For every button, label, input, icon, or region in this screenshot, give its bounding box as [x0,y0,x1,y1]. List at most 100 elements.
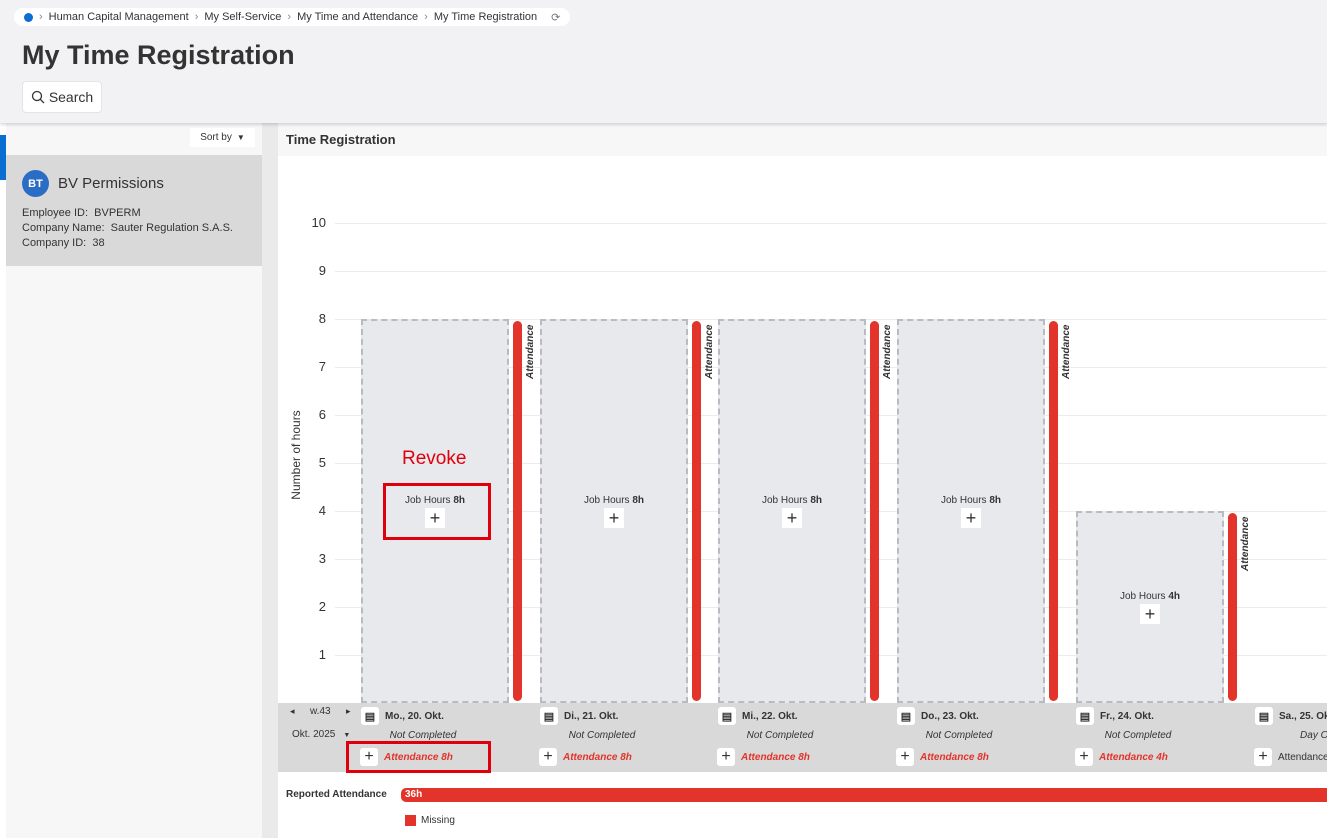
attendance-bar-label: Attendance [525,324,536,379]
chevron-right-icon: › [194,11,199,23]
job-hours-value: 4h [1168,590,1181,602]
attendance-bar-label: Attendance [704,324,715,379]
reported-attendance-bar: 36h [401,788,1327,802]
job-hours-bar[interactable]: Job Hours 8h + [718,319,866,703]
gridline [335,223,1327,224]
annotation-box-job-hours [383,483,491,540]
chevron-right-icon: › [424,11,428,23]
job-hours-label: Job Hours 4h [1120,591,1180,602]
attendance-summary[interactable]: Attendance 8h [920,752,989,763]
value: 38 [92,237,105,249]
attendance-bar-label: Attendance [1240,516,1251,571]
attendance-bar[interactable] [870,321,879,701]
y-tick-label: 8 [318,311,326,326]
job-hours-bar[interactable]: Job Hours 8h + [540,319,688,703]
attendance-bar-label: Attendance [1061,324,1072,379]
company-name-row: Company Name: Sauter Regulation S.A.S. [22,222,233,234]
label: Company Name: [22,222,105,234]
job-hours-text: Job Hours [583,494,630,506]
job-hours-value: 8h [989,494,1002,506]
attendance-summary[interactable]: Attendance 8h [563,752,632,763]
annotation-box-attendance [346,741,491,773]
attendance-bar[interactable] [513,321,522,701]
day-attendance: + Attendance 8h [539,748,632,766]
comment-icon[interactable]: ▤ [1255,707,1273,725]
job-hours-text: Job Hours [1119,590,1166,602]
attendance-bar[interactable] [692,321,701,701]
company-id-row: Company ID: 38 [22,237,105,249]
day-header: ▤ Do., 23. Okt. [897,707,979,725]
attendance-bar[interactable] [1049,321,1058,701]
week-next-button[interactable]: ▸ [346,706,351,717]
annotation-label: Revoke [402,448,467,469]
y-tick-label: 2 [318,599,326,614]
job-hours-bar[interactable]: Job Hours 4h + [1076,511,1224,703]
label: Employee ID: [22,207,89,219]
breadcrumb-item[interactable]: Human Capital Management [49,11,189,23]
gridline [335,271,1327,272]
day-header: ▤ Sa., 25. Okt. [1255,707,1327,725]
job-hours-value: 8h [810,494,823,506]
add-job-hours-button[interactable]: + [604,507,624,528]
y-tick-label: 9 [318,263,326,278]
value: Sauter Regulation S.A.S. [110,222,233,234]
job-hours-text: Job Hours [761,494,808,506]
week-prev-button[interactable]: ◂ [290,706,295,717]
job-hours-label: Job Hours 8h [584,495,644,506]
add-attendance-button[interactable]: + [896,748,914,766]
search-label: Search [48,89,94,105]
day-header: ▤ Di., 21. Okt. [540,707,618,725]
day-status: Not Completed [568,730,636,741]
panel-divider[interactable] [262,123,278,838]
home-icon[interactable] [24,12,33,22]
employee-id-row: Employee ID: BVPERM [22,207,141,219]
add-attendance-button[interactable]: + [717,748,735,766]
add-attendance-button[interactable]: + [1254,748,1272,766]
y-tick-label: 10 [311,215,326,230]
search-button[interactable]: Search [22,81,102,113]
legend: Missing [405,815,455,826]
breadcrumb-item[interactable]: My Self-Service [204,11,281,23]
comment-icon[interactable]: ▤ [897,707,915,725]
legend-swatch-missing [405,815,416,826]
sort-by-label: Sort by [200,132,232,143]
day-attendance: + Attendance 8h [717,748,810,766]
page-header: › Human Capital Management › My Self-Ser… [0,0,1327,123]
comment-icon[interactable]: ▤ [361,707,379,725]
caret-down-icon: ▼ [236,133,245,142]
day-attendance: + Attendance [1254,748,1327,766]
attendance-bar[interactable] [1228,513,1237,701]
add-attendance-button[interactable]: + [539,748,557,766]
chevron-right-icon: › [287,11,292,23]
reported-attendance-label: Reported Attendance [286,789,387,800]
add-job-hours-button[interactable]: + [961,507,981,528]
day-header: ▤ Fr., 24. Okt. [1076,707,1154,725]
day-date: Mi., 22. Okt. [742,710,798,722]
refresh-icon[interactable]: ⟳ [551,11,560,24]
day-attendance: + Attendance 8h [896,748,989,766]
comment-icon[interactable]: ▤ [1076,707,1094,725]
attendance-summary[interactable]: Attendance 8h [741,752,810,763]
caret-down-icon: ▼ [343,732,351,739]
comment-icon[interactable]: ▤ [540,707,558,725]
attendance-summary[interactable]: Attendance [1278,752,1327,763]
day-status: Not Completed [1104,730,1172,741]
comment-icon[interactable]: ▤ [718,707,736,725]
attendance-summary[interactable]: Attendance 4h [1099,752,1168,763]
y-axis-label: Number of hours [289,410,303,500]
day-date: Di., 21. Okt. [564,710,619,722]
y-tick-label: 3 [318,551,326,566]
breadcrumb: › Human Capital Management › My Self-Ser… [14,8,571,26]
add-job-hours-button[interactable]: + [1140,603,1160,624]
job-hours-text: Job Hours [940,494,987,506]
breadcrumb-item[interactable]: My Time and Attendance [297,11,418,23]
add-job-hours-button[interactable]: + [782,507,802,528]
add-attendance-button[interactable]: + [1075,748,1093,766]
search-icon [31,90,45,104]
month-select[interactable]: Okt. 2025 ▼ [292,729,350,740]
value: BVPERM [94,207,141,219]
sort-by-button[interactable]: Sort by ▼ [190,128,255,147]
job-hours-bar[interactable]: Job Hours 8h + [897,319,1045,703]
y-tick-label: 7 [318,359,326,374]
job-hours-value: 8h [632,494,645,506]
